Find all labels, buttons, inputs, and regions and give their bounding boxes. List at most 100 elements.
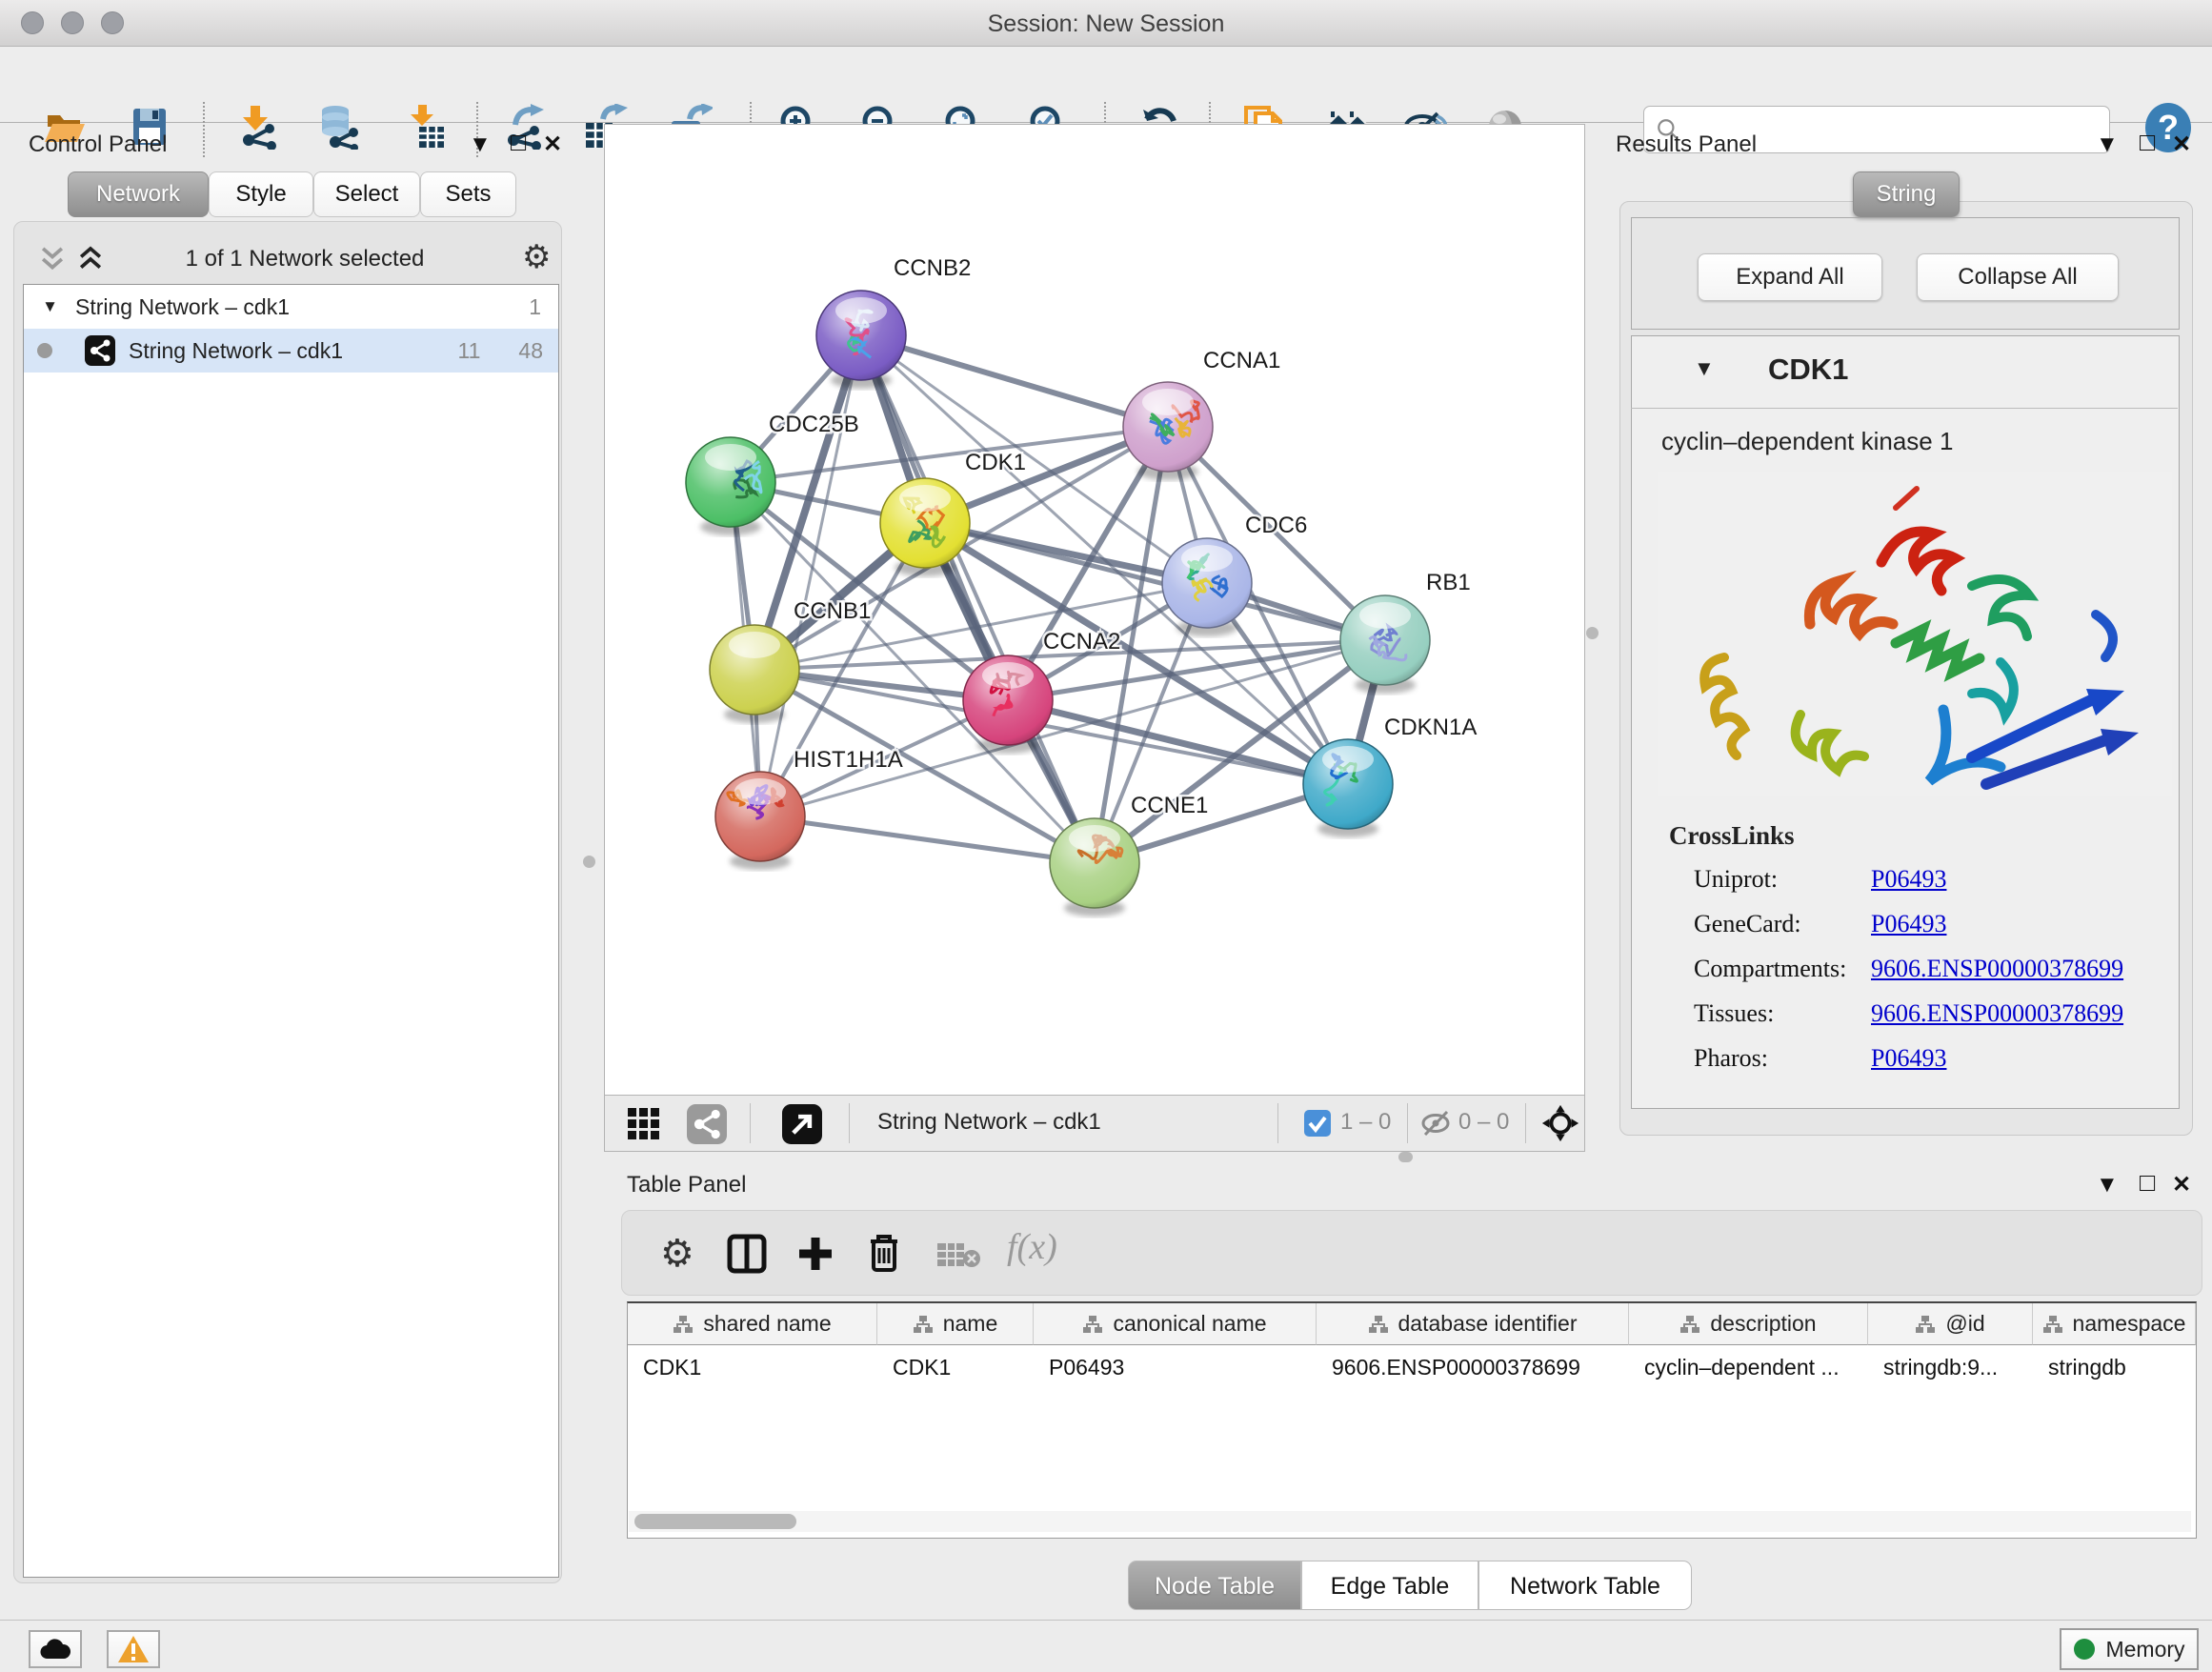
tab-edge-table[interactable]: Edge Table xyxy=(1301,1561,1478,1610)
tab-select[interactable]: Select xyxy=(313,171,420,217)
column-header-label: shared name xyxy=(703,1311,831,1337)
crosslink-value-link[interactable]: P06493 xyxy=(1871,910,1946,938)
edge-count: 48 xyxy=(518,338,543,364)
main-toolbar: ? xyxy=(0,47,2212,123)
bottom-splitter-handle[interactable] xyxy=(1398,1152,1413,1162)
node-HIST1H1A[interactable] xyxy=(715,772,805,870)
node-table[interactable]: shared nameCDK1nameCDK1canonical nameP06… xyxy=(627,1301,2197,1539)
network-selection-status: 1 of 1 Network selected xyxy=(114,246,495,272)
table-panel-close-icon[interactable]: ✕ xyxy=(2172,1171,2191,1199)
table-panel-collapse-icon[interactable]: ▼ xyxy=(2096,1172,2119,1199)
tab-node-table[interactable]: Node Table xyxy=(1128,1561,1301,1610)
string-network-icon xyxy=(85,335,115,366)
node-RB1[interactable] xyxy=(1340,595,1430,694)
network-view-toolbar: String Network – cdk1 1 – 0 0 – 0 xyxy=(604,1095,1585,1152)
column-header-shared-name[interactable]: shared name xyxy=(628,1303,877,1345)
import-network-database-icon[interactable] xyxy=(314,104,360,150)
entry-expander-icon[interactable]: ▼ xyxy=(1694,356,1715,381)
column-header--id[interactable]: @id xyxy=(1868,1303,2033,1345)
memory-button[interactable]: Memory xyxy=(2060,1628,2199,1670)
right-splitter-handle[interactable] xyxy=(1586,627,1599,639)
column-type-icon xyxy=(1679,1315,1700,1334)
results-panel-collapse-icon[interactable]: ▼ xyxy=(2096,131,2119,158)
control-panel-float-icon[interactable]: □ xyxy=(511,128,526,157)
tab-network[interactable]: Network xyxy=(68,171,209,217)
results-panel-close-icon[interactable]: ✕ xyxy=(2172,131,2191,158)
tree-expander-icon[interactable]: ▼ xyxy=(24,297,58,316)
edge-CCNB2-HIST1H1A[interactable] xyxy=(760,335,861,816)
network-graph[interactable]: CCNB2CCNA1CDC25BCDK1CDC6RB1CCNB1CCNA2CDK… xyxy=(605,125,1584,1095)
network-collection-row[interactable]: ▼ String Network – cdk1 1 xyxy=(24,285,558,329)
window-title: Session: New Session xyxy=(0,10,2212,38)
expand-all-tree-icon[interactable] xyxy=(76,244,105,274)
left-splitter-handle[interactable] xyxy=(583,856,595,868)
import-table-icon[interactable] xyxy=(402,104,448,150)
crosslink-value-link[interactable]: P06493 xyxy=(1871,865,1946,894)
collapse-all-button[interactable]: Collapse All xyxy=(1917,253,2119,301)
table-cell[interactable]: CDK1 xyxy=(628,1346,877,1388)
control-panel-close-icon[interactable]: ✕ xyxy=(543,131,562,158)
column-header-description[interactable]: description xyxy=(1629,1303,1868,1345)
crosslink-value-link[interactable]: P06493 xyxy=(1871,1044,1946,1073)
expand-all-button[interactable]: Expand All xyxy=(1698,253,1882,301)
network-badge-icon[interactable] xyxy=(687,1104,727,1144)
create-column-icon[interactable] xyxy=(795,1234,835,1274)
table-cell[interactable]: 9606.ENSP00000378699 xyxy=(1317,1346,1629,1388)
function-builder-icon[interactable]: f(x) xyxy=(1007,1226,1057,1268)
network-row[interactable]: String Network – cdk1 11 48 xyxy=(24,329,558,373)
crosslink-value-link[interactable]: 9606.ENSP00000378699 xyxy=(1871,999,2123,1028)
selected-checkbox-icon[interactable] xyxy=(1304,1110,1331,1137)
network-view[interactable]: CCNB2CCNA1CDC25BCDK1CDC6RB1CCNB1CCNA2CDK… xyxy=(604,124,1585,1096)
table-hscrollbar-thumb[interactable] xyxy=(634,1514,796,1529)
table-cell[interactable]: P06493 xyxy=(1034,1346,1317,1388)
column-header-namespace[interactable]: namespace xyxy=(2033,1303,2196,1345)
table-panel-float-icon[interactable]: □ xyxy=(2140,1168,2155,1198)
node-CDC25B[interactable] xyxy=(686,437,775,535)
crosslink-value-link[interactable]: 9606.ENSP00000378699 xyxy=(1871,955,2123,983)
tab-network-table[interactable]: Network Table xyxy=(1478,1561,1692,1610)
edge-CCNB2-CCNA1[interactable] xyxy=(861,335,1168,427)
network-panel-gear-icon[interactable]: ⚙ xyxy=(522,238,551,276)
import-network-icon[interactable] xyxy=(235,104,281,150)
edge-CCNB2-CCNE1[interactable] xyxy=(861,335,1095,863)
control-panel-collapse-icon[interactable]: ▼ xyxy=(469,131,492,158)
entry-header[interactable]: ▼ CDK1 xyxy=(1631,335,2178,409)
column-header-name[interactable]: name xyxy=(877,1303,1034,1345)
selected-count-label: 1 – 0 xyxy=(1340,1109,1391,1136)
table-cell[interactable]: stringdb xyxy=(2033,1346,2196,1388)
collapse-all-icon[interactable] xyxy=(38,244,67,274)
table-settings-gear-icon[interactable]: ⚙ xyxy=(660,1232,694,1276)
node-label-CCNB2: CCNB2 xyxy=(894,255,971,281)
table-cell[interactable]: stringdb:9... xyxy=(1868,1346,2033,1388)
node-CCNE1[interactable] xyxy=(1050,818,1139,917)
show-columns-icon[interactable] xyxy=(727,1234,767,1274)
status-bar: Memory xyxy=(0,1620,2212,1672)
tab-style[interactable]: Style xyxy=(209,171,313,217)
node-label-CDC6: CDC6 xyxy=(1245,513,1307,538)
delete-table-icon[interactable] xyxy=(936,1241,980,1268)
node-CCNB1[interactable] xyxy=(710,625,799,723)
hidden-eye-icon[interactable] xyxy=(1420,1108,1453,1138)
crosslink-label: Compartments: xyxy=(1694,955,1871,983)
node-CDKN1A[interactable] xyxy=(1303,739,1393,837)
tab-sets[interactable]: Sets xyxy=(420,171,516,217)
grid-view-icon[interactable] xyxy=(626,1106,662,1142)
cloud-button[interactable] xyxy=(29,1630,82,1668)
cloud-icon xyxy=(39,1638,71,1661)
node-CDC6[interactable] xyxy=(1162,538,1252,636)
delete-column-icon[interactable] xyxy=(864,1232,904,1274)
node-CCNA1[interactable] xyxy=(1123,382,1213,480)
node-CDK1[interactable] xyxy=(880,478,970,576)
table-cell[interactable]: cyclin–dependent ... xyxy=(1629,1346,1868,1388)
birdseye-view-icon[interactable] xyxy=(782,1104,822,1144)
table-hscrollbar[interactable] xyxy=(629,1511,2191,1532)
column-header-database-identifier[interactable]: database identifier xyxy=(1317,1303,1629,1345)
warning-button[interactable] xyxy=(107,1630,160,1668)
column-header-canonical-name[interactable]: canonical name xyxy=(1034,1303,1317,1345)
table-cell[interactable]: CDK1 xyxy=(877,1346,1034,1388)
crosshair-icon[interactable] xyxy=(1540,1103,1580,1143)
tab-string[interactable]: String xyxy=(1853,171,1960,217)
edge-HIST1H1A-CCNE1[interactable] xyxy=(760,816,1095,863)
network-status-dot xyxy=(37,338,62,364)
results-panel-float-icon[interactable]: □ xyxy=(2140,128,2155,157)
